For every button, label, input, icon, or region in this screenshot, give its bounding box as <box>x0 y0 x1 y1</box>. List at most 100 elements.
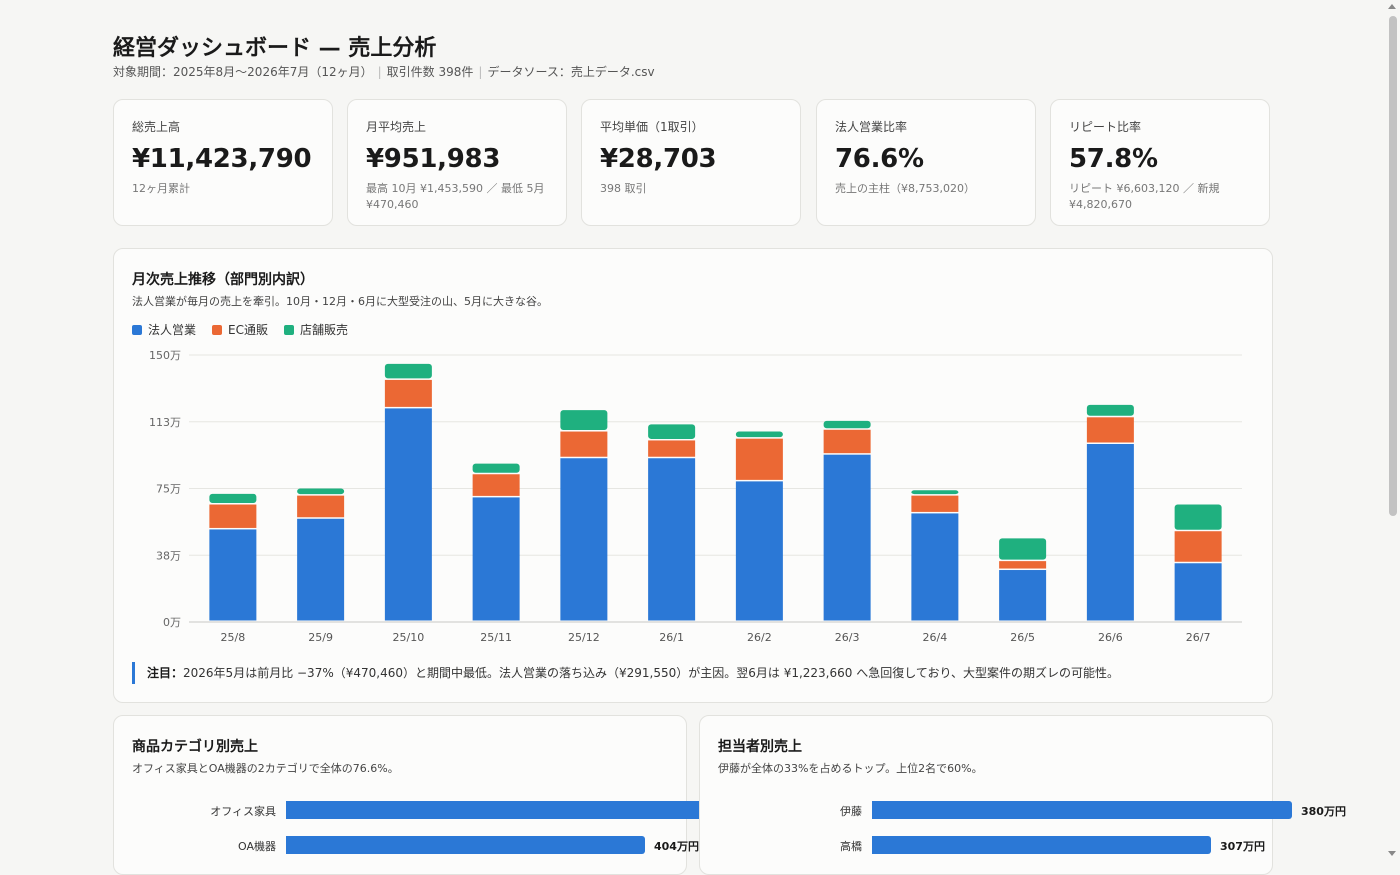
period-text: 対象期間：2025年8月〜2026年7月（12ヶ月） <box>113 65 373 79</box>
bar-segment <box>648 440 696 457</box>
hbar-label: OA機器 <box>238 840 276 853</box>
kpi-label: 法人営業比率 <box>835 120 908 134</box>
x-tick-label: 25/9 <box>308 631 333 644</box>
hbar-value: 404万円 <box>654 840 699 853</box>
hbar-value: 380万円 <box>1301 805 1346 818</box>
bar-segment <box>1174 504 1222 530</box>
count-text: 取引件数 398件 <box>386 65 474 79</box>
category-sales-card: 商品カテゴリ別売上 オフィス家具とOA機器の2カテゴリで全体の76.6%。 オフ… <box>113 715 760 875</box>
x-tick-label: 26/2 <box>747 631 772 644</box>
kpi-sub: 売上の主柱（¥8,753,020） <box>835 182 975 195</box>
kpi-label: 平均単価（1取引） <box>600 120 704 134</box>
y-tick-label: 75万 <box>156 483 181 496</box>
kpi-value: ¥28,703 <box>600 144 717 174</box>
bar-segment <box>735 431 783 438</box>
kpi-label: 月平均売上 <box>366 120 427 134</box>
bar-segment <box>297 518 345 621</box>
bar-segment <box>560 410 608 431</box>
hbar-label: 伊藤 <box>840 805 862 818</box>
bar-segment <box>999 570 1047 621</box>
bar-segment <box>1086 444 1134 621</box>
bar-segment <box>999 538 1047 560</box>
monthly-stacked-bar-chart: 0万 38万 75万 113万 150万 25/8 25/9 25/10 25/11 25/12 2… <box>149 349 1242 644</box>
kpi-value: ¥951,983 <box>366 144 501 174</box>
category-subtitle: オフィス家具とOA機器の2カテゴリで全体の76.6%。 <box>132 762 399 775</box>
kpi-label: 総売上高 <box>132 120 181 134</box>
kpi-sub: リピート ¥6,603,120 ／ 新規 ¥4,820,670 <box>1069 182 1220 211</box>
x-tick-label: 25/12 <box>568 631 600 644</box>
kpi-average-price: 平均単価（1取引） ¥28,703 398 取引 <box>581 99 801 226</box>
scroll-up-arrow-icon[interactable] <box>1388 4 1396 9</box>
staff-sales-card: 担当者別売上 伊藤が全体の33%を占めるトップ。上位2名で60%。 伊藤 380万… <box>699 715 1346 875</box>
hbar-label: オフィス家具 <box>210 805 276 818</box>
hbar-row: OA機器 404万円 <box>114 836 699 856</box>
kpi-value: 76.6% <box>835 144 924 174</box>
vertical-scrollbar[interactable] <box>1389 16 1397 516</box>
bar-segment <box>1086 404 1134 416</box>
bar-segment <box>384 408 432 621</box>
note-text: 2026年5月は前月比 −37%（¥470,460）と期間中最低。法人営業の落ち… <box>183 666 1120 680</box>
staff-title: 担当者別売上 <box>718 739 802 755</box>
x-tick-label: 26/1 <box>659 631 684 644</box>
y-tick-label: 113万 <box>149 416 181 429</box>
x-tick-label: 26/3 <box>835 631 860 644</box>
category-title: 商品カテゴリ別売上 <box>132 739 258 755</box>
bar-segment <box>735 481 783 621</box>
x-tick-label: 25/10 <box>393 631 425 644</box>
bar-segment <box>209 493 257 504</box>
kpi-sub: 398 取引 <box>600 182 647 195</box>
kpi-corporate-ratio: 法人営業比率 76.6% 売上の主柱（¥8,753,020） <box>816 99 1036 226</box>
source-text: データソース：売上データ.csv <box>487 65 655 79</box>
x-tick-label: 26/5 <box>1010 631 1035 644</box>
kpi-total-sales: 総売上高 ¥11,423,790 12ヶ月累計 <box>113 99 333 226</box>
bar-segment <box>999 561 1047 569</box>
y-tick-label: 0万 <box>163 616 181 629</box>
bar-segment <box>1086 417 1134 443</box>
bar-segment <box>472 497 520 621</box>
hbar-label: 高橋 <box>840 840 862 853</box>
bar-segment <box>735 438 783 480</box>
bar-segment <box>560 431 608 457</box>
bar-segment <box>823 429 871 454</box>
hbar-value: 307万円 <box>1220 840 1265 853</box>
page-title: 経営ダッシュボード — 売上分析 <box>113 36 437 61</box>
kpi-sub: 最高 10月 ¥1,453,590 ／ 最低 5月 ¥470,460 <box>366 182 545 211</box>
hbar-bar <box>872 836 1211 854</box>
bar-segment <box>1174 531 1222 562</box>
bar-segment <box>560 458 608 621</box>
kpi-sub: 12ヶ月累計 <box>132 182 190 195</box>
bar-segment <box>209 529 257 621</box>
hbar-bar <box>286 836 645 854</box>
x-tick-label: 25/8 <box>221 631 246 644</box>
kpi-label: リピート比率 <box>1069 120 1142 134</box>
bar-segment <box>384 379 432 407</box>
bar-segment <box>472 463 520 473</box>
y-tick-label: 38万 <box>156 549 181 562</box>
bar-segment <box>911 513 959 621</box>
bar-segment <box>1174 563 1222 621</box>
bar-segment <box>297 488 345 495</box>
kpi-row: 総売上高 ¥11,423,790 12ヶ月累計 月平均売上 ¥951,983 最… <box>113 99 1273 228</box>
hbar-bar <box>286 801 706 819</box>
hbar-row: 高橋 307万円 <box>700 836 1274 856</box>
bar-segment <box>911 495 959 512</box>
staff-subtitle: 伊藤が全体の33%を占めるトップ。上位2名で60%。 <box>718 762 983 775</box>
bar-segment <box>823 420 871 429</box>
bar-segment <box>911 490 959 495</box>
bar-segment <box>472 474 520 496</box>
y-tick-label: 150万 <box>149 349 181 362</box>
x-tick-label: 26/7 <box>1186 631 1211 644</box>
insight-note: 注目：2026年5月は前月比 −37%（¥470,460）と期間中最低。法人営業… <box>132 662 1119 684</box>
kpi-repeat-ratio: リピート比率 57.8% リピート ¥6,603,120 ／ 新規 ¥4,820… <box>1050 99 1270 226</box>
kpi-value: 57.8% <box>1069 144 1158 174</box>
hbar-row: 伊藤 380万円 <box>700 801 1346 821</box>
bar-segment <box>648 424 696 439</box>
bar-segment <box>384 363 432 379</box>
bar-segment <box>209 504 257 528</box>
bar-segment <box>297 495 345 518</box>
scroll-down-arrow-icon[interactable] <box>1388 851 1396 856</box>
x-tick-label: 26/4 <box>923 631 948 644</box>
x-tick-label: 26/6 <box>1098 631 1123 644</box>
kpi-value: ¥11,423,790 <box>132 144 312 174</box>
bar-segment <box>648 458 696 621</box>
